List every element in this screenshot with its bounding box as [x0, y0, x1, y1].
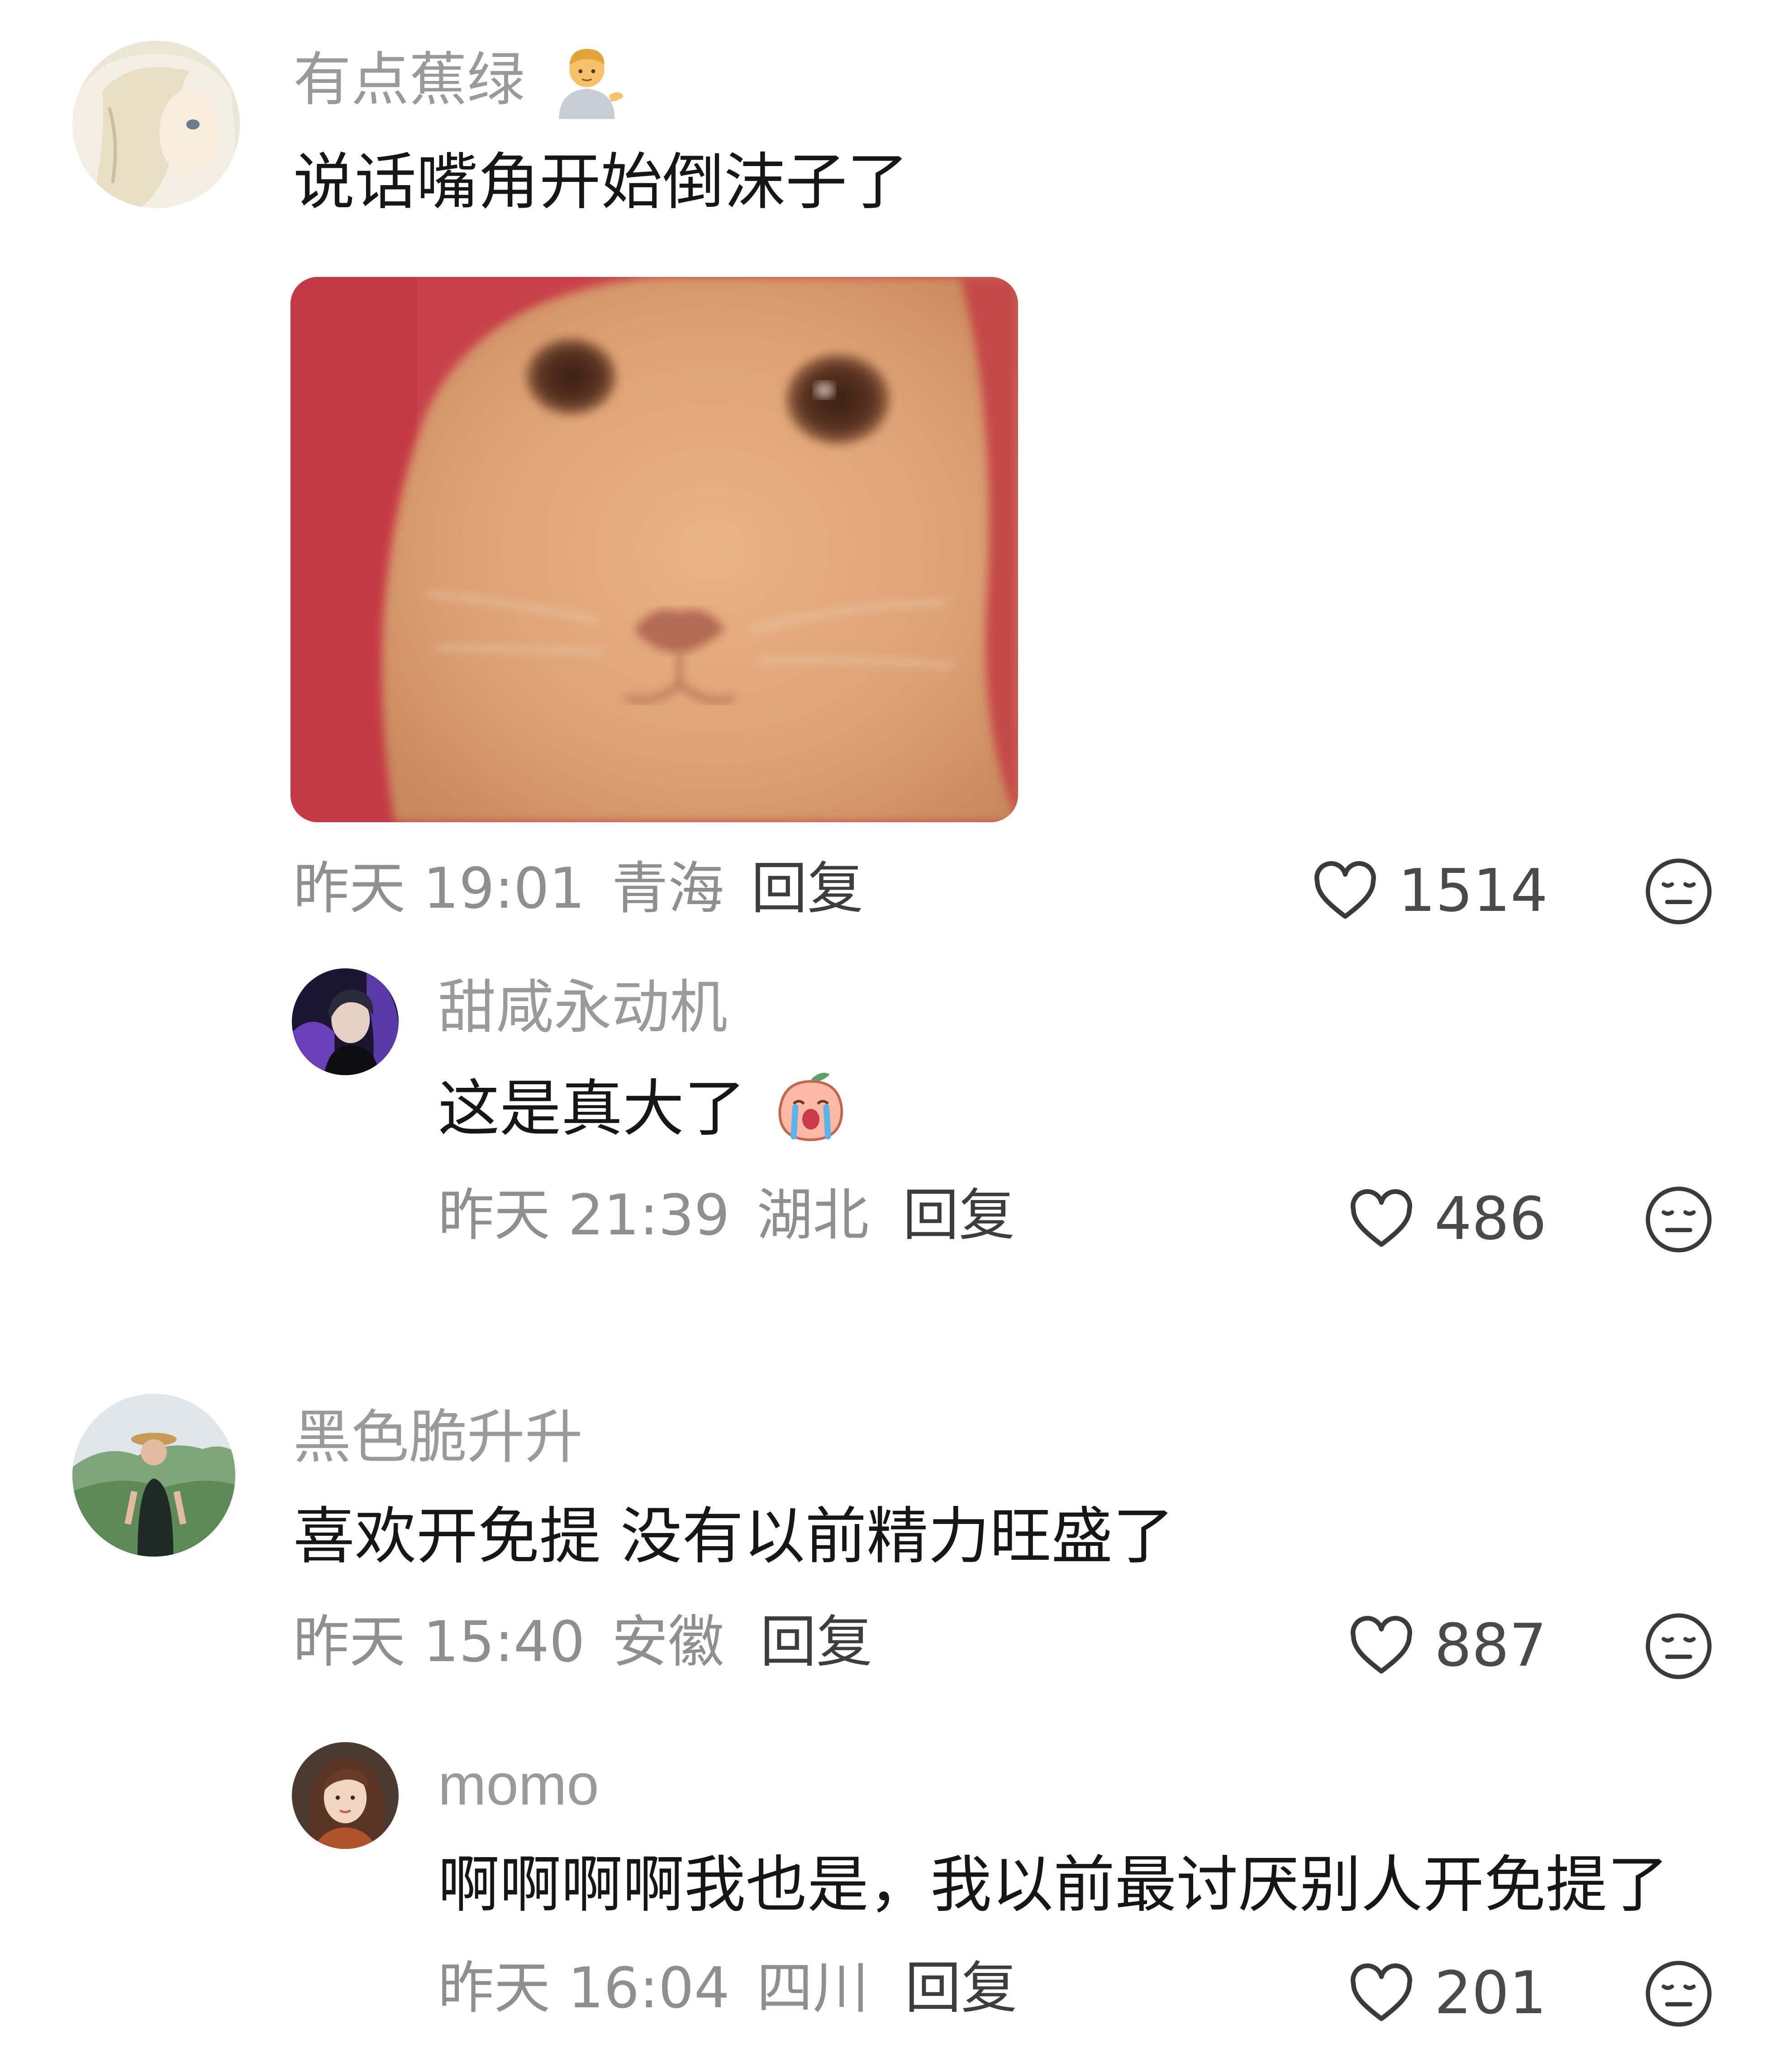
anime-girl-avatar-image [72, 41, 240, 208]
heart-outline-icon[interactable] [1346, 1958, 1417, 2029]
mountain-portrait-avatar-image [72, 1394, 235, 1557]
neutral-face-icon[interactable] [1642, 1183, 1715, 1256]
reply-username[interactable]: 甜咸永动机 [438, 973, 728, 1043]
comment-location: 安徽 [612, 1610, 724, 1675]
user-avatar[interactable] [292, 1742, 399, 1849]
reply-text: 啊啊啊啊我也是，我以前最讨厌别人开免提了 [438, 1849, 1669, 1921]
comment-username[interactable]: 黑色脆升升 [293, 1403, 583, 1472]
reply-button[interactable]: 回复 [760, 1609, 872, 1676]
heart-outline-icon[interactable] [1346, 1184, 1417, 1255]
reply-meta: 昨天 16:04 四川 [438, 1955, 869, 2022]
person-tipping-hand-emoji-icon [547, 39, 627, 119]
like-count: 201 [1434, 1958, 1547, 2027]
reply-button[interactable]: 回复 [751, 855, 863, 923]
like-count: 887 [1434, 1611, 1547, 1680]
user-avatar[interactable] [72, 1394, 235, 1557]
reply-meta: 昨天 21:39 湖北 [438, 1182, 869, 1249]
comment-username[interactable]: 有点蕉绿 [293, 45, 627, 119]
neutral-face-icon[interactable] [1642, 1958, 1715, 2030]
comment-location: 青海 [612, 856, 724, 921]
username-text: 有点蕉绿 [293, 46, 525, 114]
heart-outline-icon[interactable] [1346, 1611, 1417, 1681]
crying-peach-emoji-icon [768, 1062, 854, 1148]
comment-time: 昨天 15:40 [293, 1610, 585, 1675]
heart-outline-icon[interactable] [1310, 856, 1380, 927]
comment-sticker-image[interactable] [290, 277, 1018, 822]
reply-button[interactable]: 回复 [903, 1182, 1015, 1249]
reply-button[interactable]: 回复 [905, 1955, 1017, 2022]
reply-text: 这是真大了 [438, 1072, 854, 1148]
user-avatar[interactable] [72, 41, 240, 208]
like-count: 486 [1434, 1184, 1547, 1253]
neutral-face-icon[interactable] [1642, 1610, 1715, 1682]
dark-portrait-avatar-image [292, 968, 399, 1075]
woman-portrait-avatar-image [292, 1742, 399, 1849]
comment-time: 昨天 19:01 [293, 856, 585, 921]
neutral-face-icon[interactable] [1642, 855, 1715, 928]
user-avatar[interactable] [292, 968, 399, 1075]
like-count: 1514 [1398, 856, 1548, 925]
reply-time: 昨天 21:39 [438, 1183, 730, 1248]
comment-text: 说话嘴角开始倒沫子了 [293, 147, 909, 218]
comment-text: 喜欢开免提 没有以前精力旺盛了 [293, 1501, 1175, 1572]
comment-meta: 昨天 15:40 安徽 [293, 1609, 724, 1676]
crying-cat-meme-image [290, 277, 1018, 822]
reply-location: 四川 [757, 1956, 869, 2021]
reply-time: 昨天 16:04 [438, 1956, 730, 2021]
comment-meta: 昨天 19:01 青海 [293, 855, 724, 923]
reply-location: 湖北 [757, 1183, 869, 1248]
reply-username[interactable]: momo [438, 1750, 599, 1820]
